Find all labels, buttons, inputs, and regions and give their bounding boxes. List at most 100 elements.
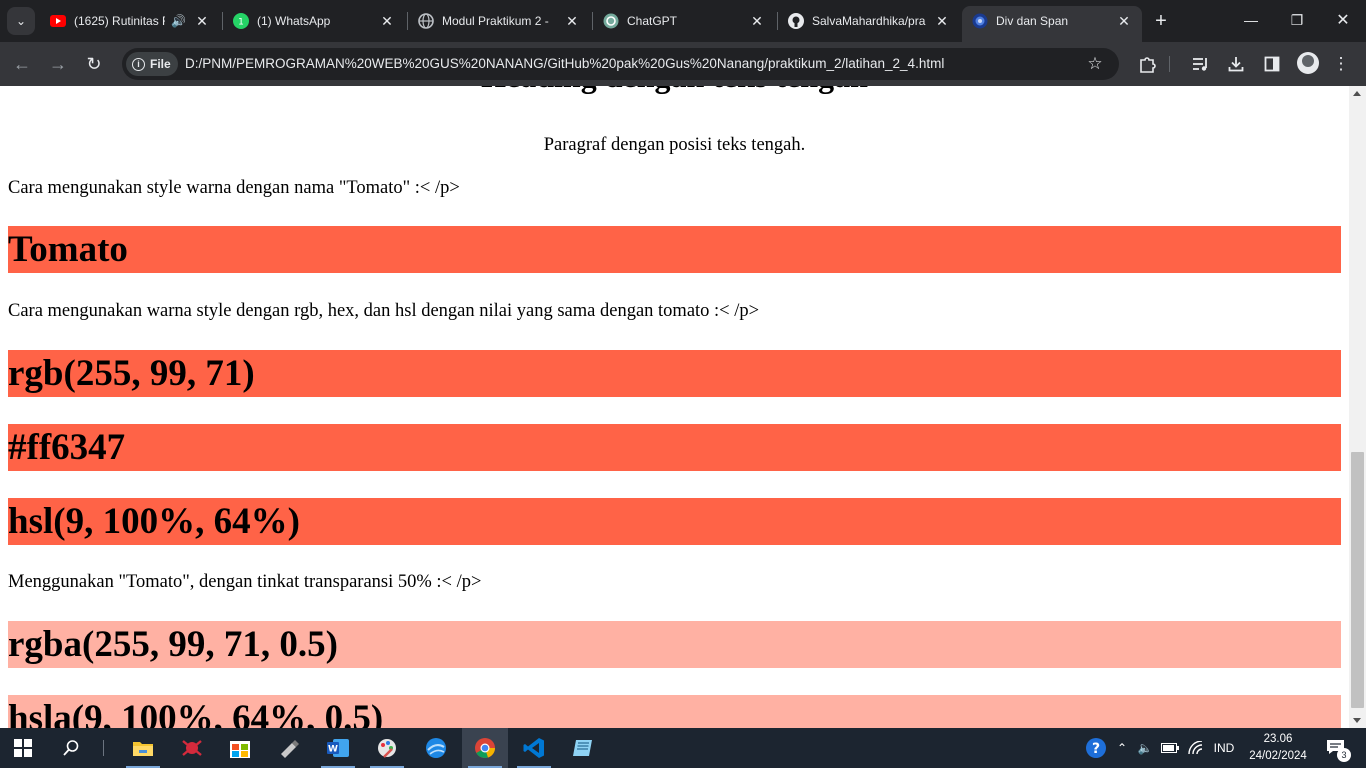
language-indicator[interactable]: IND: [1210, 728, 1238, 768]
arrow-left-icon: ←: [13, 53, 31, 74]
globe-icon: [418, 13, 434, 29]
search-icon: [63, 740, 79, 756]
bookmark-star-icon[interactable]: ☆: [1083, 52, 1107, 76]
scroll-down-arrow-icon[interactable]: [1353, 718, 1361, 723]
media-control-icon[interactable]: [1187, 50, 1215, 78]
chevron-up-icon[interactable]: ⌃: [1113, 728, 1131, 768]
system-clock[interactable]: 23.06 24/02/2024: [1240, 731, 1316, 765]
start-icon: [14, 739, 32, 757]
address-bar[interactable]: i File D:/PNM/PEMROGRAMAN%20WEB%20GUS%20…: [122, 48, 1119, 80]
chevron-down-icon: ⌄: [15, 14, 27, 28]
file-explorer-icon: [133, 742, 153, 756]
taskbar-notes[interactable]: [560, 728, 606, 768]
info-icon: i: [132, 57, 145, 71]
tab-title: Div dan Span: [996, 14, 1069, 28]
taskbar-word[interactable]: W: [315, 728, 361, 768]
browser-globe-icon: [426, 738, 446, 758]
tab-title: ChatGPT: [627, 14, 678, 28]
tab-strip: ⌄ (1625) Rutinitas R 🔊 ✕ 1 (1) WhatsApp …: [0, 0, 1366, 42]
heading-rgba: rgba(255, 99, 71, 0.5): [8, 621, 1341, 668]
tab-youtube[interactable]: (1625) Rutinitas R 🔊 ✕: [40, 6, 220, 36]
taskbar-paint[interactable]: [364, 728, 410, 768]
taskbar-game[interactable]: [169, 728, 215, 768]
minimize-button[interactable]: —: [1236, 8, 1266, 32]
svg-text:W: W: [328, 745, 338, 755]
word-icon: W: [327, 739, 349, 757]
extensions-icon[interactable]: [1133, 50, 1161, 78]
heading-hsl: hsl(9, 100%, 64%): [8, 498, 1341, 545]
scrollbar-thumb[interactable]: [1351, 452, 1364, 708]
close-icon[interactable]: ✕: [747, 11, 767, 31]
taskbar-search-button[interactable]: [48, 728, 94, 768]
clock-date: 24/02/2024: [1249, 750, 1307, 762]
volume-icon[interactable]: 🔈: [1135, 728, 1155, 768]
svg-text:?: ?: [1092, 741, 1100, 757]
github-icon: [788, 13, 804, 29]
taskbar-browser[interactable]: [413, 728, 459, 768]
tab-whatsapp[interactable]: 1 (1) WhatsApp ✕: [223, 6, 405, 36]
url-text[interactable]: D:/PNM/PEMROGRAMAN%20WEB%20GUS%20NANANG/…: [185, 48, 944, 80]
page-icon: [972, 13, 988, 29]
taskbar-store[interactable]: [217, 728, 263, 768]
tab-search-button[interactable]: ⌄: [7, 7, 35, 35]
restore-button[interactable]: ❐: [1282, 8, 1312, 32]
notification-count-badge: 3: [1337, 748, 1351, 762]
close-icon[interactable]: ✕: [1114, 11, 1134, 31]
tab-title: (1) WhatsApp: [257, 14, 331, 28]
heading-rgb: rgb(255, 99, 71): [8, 350, 1341, 397]
new-tab-button[interactable]: +: [1150, 10, 1172, 32]
vertical-scrollbar[interactable]: [1349, 86, 1366, 728]
paragraph-center: Paragraf dengan posisi teks tengah.: [543, 135, 806, 155]
page-viewport: Heading dengan teks tengah Paragraf deng…: [0, 86, 1366, 728]
windows-taskbar: W ? ⌃ 🔈 IND 23.06 24/02/2024 3: [0, 728, 1366, 768]
youtube-icon: [50, 13, 66, 29]
tab-chatgpt[interactable]: ChatGPT ✕: [593, 6, 775, 36]
heading-hsla: hsla(9, 100%, 64%, 0.5): [8, 695, 1341, 728]
notification-center-button[interactable]: 3: [1322, 728, 1352, 768]
close-icon[interactable]: ✕: [562, 11, 582, 31]
scroll-up-arrow-icon[interactable]: [1353, 91, 1361, 96]
back-button[interactable]: ←: [8, 50, 36, 78]
side-panel-icon[interactable]: [1258, 50, 1286, 78]
speaker-icon[interactable]: 🔊: [171, 14, 186, 28]
paragraph-tomato-name: Cara mengunakan style warna dengan nama …: [8, 178, 460, 198]
close-icon[interactable]: ✕: [192, 11, 212, 31]
notes-icon: [573, 740, 592, 756]
taskbar-chrome[interactable]: [462, 728, 508, 768]
profile-avatar[interactable]: [1297, 52, 1319, 74]
whatsapp-icon: 1: [233, 13, 249, 29]
paragraph-equivalent-values: Cara mengunakan warna style dengan rgb, …: [8, 301, 760, 321]
tab-title: (1625) Rutinitas R: [74, 14, 166, 28]
heading-center: Heading dengan teks tengah: [8, 86, 1341, 95]
window-close-button[interactable]: ✕: [1328, 8, 1358, 32]
svg-text:1: 1: [238, 18, 244, 28]
tab-title: Modul Praktikum 2 -: [442, 14, 549, 28]
taskbar-vscode[interactable]: [511, 728, 557, 768]
paint-icon: [378, 739, 396, 758]
tab-div-dan-span[interactable]: Div dan Span ✕: [962, 6, 1142, 42]
scheme-label: File: [150, 57, 171, 71]
tab-modul-praktikum[interactable]: Modul Praktikum 2 - ✕: [408, 6, 590, 36]
taskbar-usb-tool[interactable]: [266, 728, 312, 768]
usb-tool-icon: [281, 740, 299, 758]
chatgpt-icon: [603, 13, 619, 29]
tab-github[interactable]: SalvaMahardhika/pra ✕: [778, 6, 960, 36]
heading-hex: #ff6347: [8, 424, 1341, 471]
download-icon[interactable]: [1222, 50, 1250, 78]
taskbar-divider: [103, 740, 104, 756]
start-button[interactable]: [0, 728, 46, 768]
forward-button[interactable]: →: [44, 50, 72, 78]
help-tray-icon[interactable]: ?: [1084, 728, 1108, 768]
close-icon[interactable]: ✕: [932, 11, 952, 31]
battery-icon[interactable]: [1160, 728, 1180, 768]
wifi-icon[interactable]: [1186, 728, 1206, 768]
close-icon[interactable]: ✕: [377, 11, 397, 31]
site-info-chip[interactable]: i File: [126, 52, 178, 76]
tab-title: SalvaMahardhika/pra: [812, 14, 926, 28]
menu-kebab-icon[interactable]: ⋮: [1327, 50, 1355, 78]
reload-button[interactable]: ↻: [80, 50, 108, 78]
arrow-right-icon: →: [49, 53, 67, 74]
clock-time: 23.06: [1263, 733, 1293, 745]
taskbar-file-explorer[interactable]: [120, 728, 166, 768]
vscode-icon: [523, 738, 544, 758]
